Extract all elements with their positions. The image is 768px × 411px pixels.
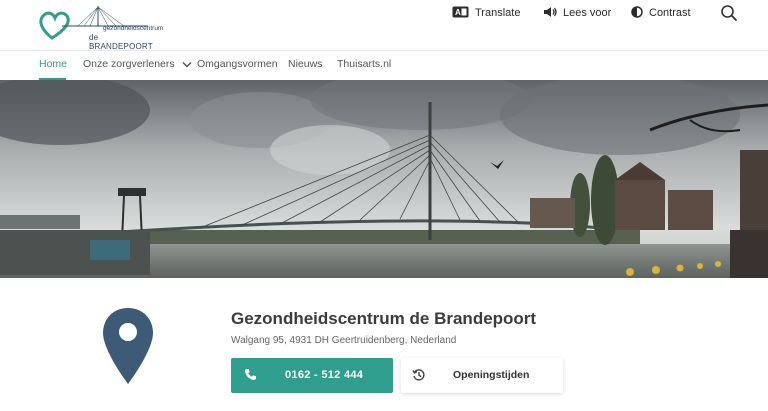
bridge-landscape-image bbox=[0, 80, 768, 278]
translate-icon: A bbox=[452, 6, 469, 21]
nav-item-label: Onze zorgverleners bbox=[83, 58, 175, 70]
translate-button[interactable]: A Translate bbox=[452, 5, 520, 21]
location-title: Gezondheidscentrum de Brandepoort bbox=[231, 309, 537, 328]
nav-item-omgangsvormen[interactable]: Omgangsvormen bbox=[197, 58, 278, 70]
logo-text-line1: gezondheidscentrum bbox=[103, 25, 164, 32]
opening-hours-button[interactable]: Openingstijden bbox=[401, 358, 563, 393]
location-address: Walgang 95, 4931 DH Geertruidenberg, Ned… bbox=[231, 335, 457, 346]
logo-text-line2: de BRANDEPOORT bbox=[89, 33, 153, 51]
contrast-label: Contrast bbox=[649, 7, 691, 19]
search-icon bbox=[721, 5, 737, 21]
site-logo[interactable]: gezondheidscentrum de BRANDEPOORT bbox=[38, 4, 163, 51]
contrast-icon bbox=[631, 5, 643, 21]
hero-image bbox=[0, 80, 768, 278]
opening-hours-label: Openingstijden bbox=[453, 369, 530, 381]
phone-button-label: 0162 - 512 444 bbox=[285, 369, 364, 381]
map-pin-icon bbox=[101, 306, 155, 386]
speaker-icon bbox=[543, 6, 557, 21]
history-icon bbox=[412, 368, 426, 387]
chevron-down-icon bbox=[182, 61, 192, 68]
lees-voor-button[interactable]: Lees voor bbox=[543, 5, 611, 21]
lees-voor-label: Lees voor bbox=[563, 7, 612, 19]
site-header: gezondheidscentrum de BRANDEPOORT A Tran… bbox=[0, 0, 768, 51]
svg-text:A: A bbox=[455, 8, 461, 17]
main-nav: Home Onze zorgverleners Omgangsvormen Ni… bbox=[0, 51, 768, 80]
phone-icon bbox=[244, 368, 257, 386]
search-button[interactable] bbox=[720, 4, 738, 22]
phone-button[interactable]: 0162 - 512 444 bbox=[231, 358, 393, 393]
nav-item-thuisarts[interactable]: Thuisarts.nl bbox=[337, 58, 391, 70]
nav-item-home[interactable]: Home bbox=[39, 58, 67, 70]
nav-item-nieuws[interactable]: Nieuws bbox=[288, 58, 322, 70]
translate-label: Translate bbox=[475, 7, 521, 19]
nav-item-onze-zorgverleners[interactable]: Onze zorgverleners bbox=[83, 58, 192, 70]
contrast-button[interactable]: Contrast bbox=[631, 5, 691, 21]
